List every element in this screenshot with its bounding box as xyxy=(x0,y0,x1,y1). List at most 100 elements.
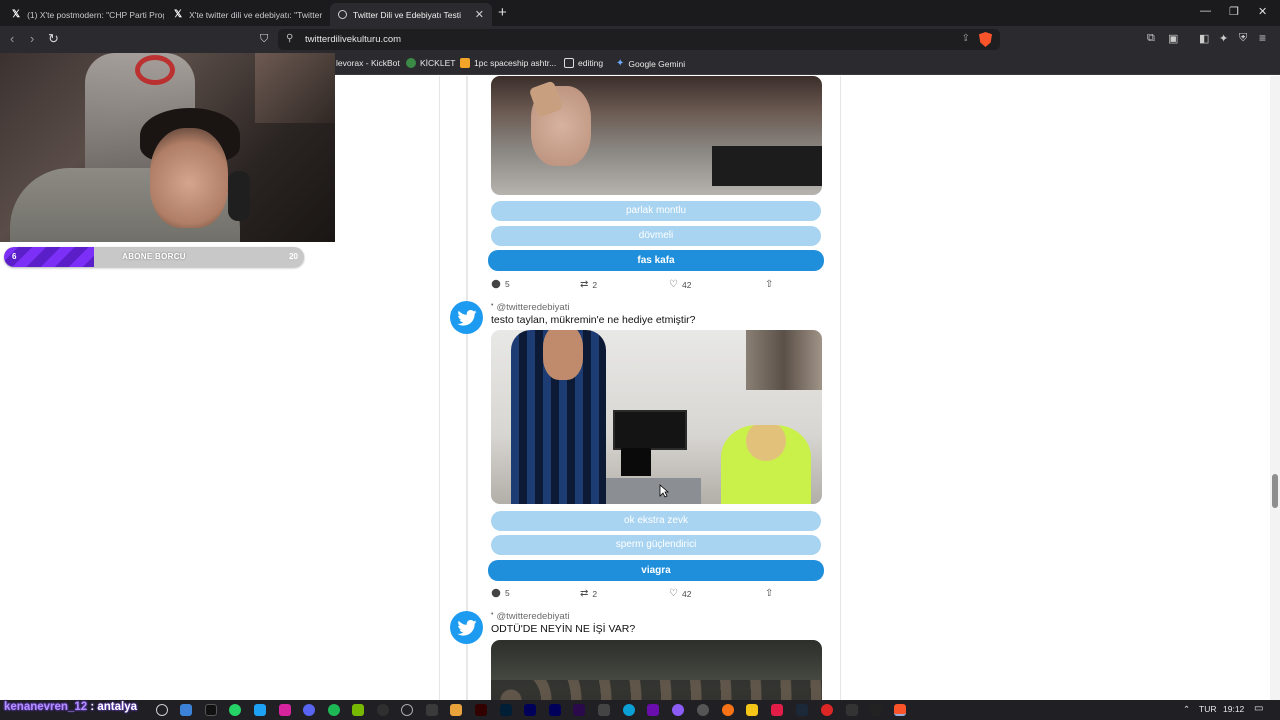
share-icon[interactable]: ⇪ xyxy=(962,33,970,44)
option-button-correct[interactable]: viagra xyxy=(488,560,824,581)
instagram-taskbar-icon[interactable] xyxy=(279,704,291,716)
like-action[interactable]: ♡ 42 xyxy=(669,279,691,290)
bookmark-spaceship[interactable]: 1pc spaceship ashtr... xyxy=(460,58,556,68)
photo-chair xyxy=(712,146,822,186)
heart-icon: ♡ xyxy=(669,588,678,599)
audition-taskbar-icon[interactable] xyxy=(549,704,561,716)
app-taskbar-icon[interactable] xyxy=(846,704,858,716)
reply-icon xyxy=(491,279,501,289)
reply-count: 5 xyxy=(505,588,510,598)
extensions-icon[interactable]: ⧉ xyxy=(1147,32,1155,45)
app-taskbar-icon[interactable] xyxy=(771,704,783,716)
app-taskbar-icon[interactable] xyxy=(722,704,734,716)
goal-label: ABONE BORCU xyxy=(122,252,186,261)
twitter-taskbar-icon[interactable] xyxy=(254,704,266,716)
menu-icon[interactable]: ≡ xyxy=(1259,31,1266,45)
photo-table xyxy=(591,478,701,504)
app-taskbar-icon[interactable] xyxy=(821,704,833,716)
share-action[interactable]: ⇧ xyxy=(765,279,773,290)
bookmark-kicklet[interactable]: KİCKLET xyxy=(406,58,455,68)
premiere-taskbar-icon[interactable] xyxy=(573,704,585,716)
media-encoder-taskbar-icon[interactable] xyxy=(524,704,536,716)
forward-icon[interactable]: › xyxy=(30,31,34,46)
post-handle[interactable]: • @twitteredebiyati xyxy=(491,302,569,313)
spotify-taskbar-icon[interactable] xyxy=(328,704,340,716)
option-button-correct[interactable]: fas kafa xyxy=(488,250,824,271)
bookmark-icon[interactable]: ⛉ xyxy=(260,33,268,46)
close-tab-icon[interactable]: ✕ xyxy=(475,8,484,21)
app-taskbar-icon[interactable] xyxy=(870,704,882,716)
steam-taskbar-icon[interactable] xyxy=(796,704,808,716)
brave-shield-icon[interactable] xyxy=(979,32,992,47)
brave-taskbar-icon[interactable] xyxy=(894,704,906,716)
language-indicator[interactable]: TUR xyxy=(1199,704,1216,714)
censor-box xyxy=(621,448,651,476)
app-taskbar-icon[interactable] xyxy=(450,704,462,716)
photoshop-taskbar-icon[interactable] xyxy=(500,704,512,716)
reply-action[interactable]: 5 xyxy=(491,588,510,598)
app-taskbar-icon[interactable] xyxy=(746,704,758,716)
option-button[interactable]: sperm güçlendirici xyxy=(491,535,821,555)
app-taskbar-icon[interactable] xyxy=(672,704,684,716)
bookmark-label: editing xyxy=(578,58,604,68)
option-button[interactable]: dövmeli xyxy=(491,226,821,246)
post2-actions: 5 ⇄ 2 ♡ 42 ⇧ xyxy=(491,588,821,602)
nvidia-taskbar-icon[interactable] xyxy=(352,704,364,716)
chrome-taskbar-icon[interactable] xyxy=(156,704,168,716)
tiktok-taskbar-icon[interactable] xyxy=(205,704,217,716)
folder-icon xyxy=(564,58,574,68)
app-taskbar-icon[interactable] xyxy=(426,704,438,716)
sidebar-icon[interactable]: ◧ xyxy=(1199,32,1209,45)
avatar[interactable] xyxy=(450,301,483,334)
site-info-icon[interactable]: ⚲ xyxy=(286,33,293,44)
post-handle[interactable]: • @twitteredebiyati xyxy=(491,611,569,622)
illustrator-taskbar-icon[interactable] xyxy=(475,704,487,716)
clock-taskbar-icon[interactable] xyxy=(401,704,413,716)
obs-taskbar-icon[interactable] xyxy=(377,704,389,716)
vpn-icon[interactable]: ⛨ xyxy=(1239,32,1247,45)
tray-chevron-icon[interactable]: ⌃ xyxy=(1183,704,1190,715)
whatsapp-taskbar-icon[interactable] xyxy=(229,704,241,716)
tab-active-test[interactable]: Twitter Dili ve Edebiyatı Testi ✕ xyxy=(330,3,492,26)
app-taskbar-icon[interactable] xyxy=(647,704,659,716)
retweet-action[interactable]: ⇄ 2 xyxy=(580,279,597,290)
minimize-button[interactable]: — xyxy=(1200,5,1211,17)
reply-action[interactable]: 5 xyxy=(491,279,510,289)
new-tab-button[interactable]: + xyxy=(498,4,507,21)
app-taskbar-icon[interactable] xyxy=(697,704,709,716)
clock-time[interactable]: 19:12 xyxy=(1223,704,1244,714)
wallet-icon[interactable]: ▣ xyxy=(1168,32,1178,45)
share-action[interactable]: ⇧ xyxy=(765,588,773,599)
twitter-bird-icon xyxy=(456,309,477,326)
app-taskbar-icon[interactable] xyxy=(623,704,635,716)
close-window-button[interactable]: ✕ xyxy=(1258,5,1267,18)
maximize-button[interactable]: ❐ xyxy=(1229,5,1239,18)
tab-postmodern[interactable]: 𝕏 (1) X'te postmodern: "CHP Parti Prog xyxy=(4,3,164,26)
retweet-action[interactable]: ⇄ 2 xyxy=(580,588,597,599)
chat-message: : antalya xyxy=(90,701,137,713)
like-action[interactable]: ♡ 42 xyxy=(669,588,691,599)
explorer-taskbar-icon[interactable] xyxy=(180,704,192,716)
url-text[interactable]: twitterdilivekulturu.com xyxy=(305,34,401,45)
gemini-icon: ✦ xyxy=(616,58,625,69)
app-taskbar-icon[interactable] xyxy=(598,704,610,716)
bookmark-kickbot[interactable]: levorax - KickBot xyxy=(336,58,400,68)
scrollbar-thumb[interactable] xyxy=(1272,474,1278,508)
avatar[interactable] xyxy=(450,611,483,644)
option-button[interactable]: parlak montlu xyxy=(491,201,821,221)
bookmark-editing[interactable]: editing xyxy=(564,58,603,68)
photo-wall-frames xyxy=(746,330,822,390)
tab-twitter-dili[interactable]: 𝕏 X'te twitter dili ve edebiyatı: "Twitt… xyxy=(166,3,326,26)
retweet-icon: ⇄ xyxy=(580,588,589,599)
address-bar[interactable]: ⚲ twitterdilivekulturu.com ⇪ xyxy=(278,29,1000,50)
notification-icon[interactable]: ▭ xyxy=(1254,703,1263,714)
discord-taskbar-icon[interactable] xyxy=(303,704,315,716)
back-icon[interactable]: ‹ xyxy=(10,31,14,46)
bookmark-gemini[interactable]: ✦ Google Gemini xyxy=(616,58,685,69)
bookmark-label: KİCKLET xyxy=(420,58,456,68)
option-button[interactable]: ok ekstra zevk xyxy=(491,511,821,531)
leo-ai-icon[interactable]: ✦ xyxy=(1219,32,1228,45)
page-scrollbar[interactable] xyxy=(1270,76,1280,700)
bookmark-label: 1pc spaceship ashtr... xyxy=(474,58,557,68)
reload-icon[interactable]: ↻ xyxy=(48,31,59,47)
